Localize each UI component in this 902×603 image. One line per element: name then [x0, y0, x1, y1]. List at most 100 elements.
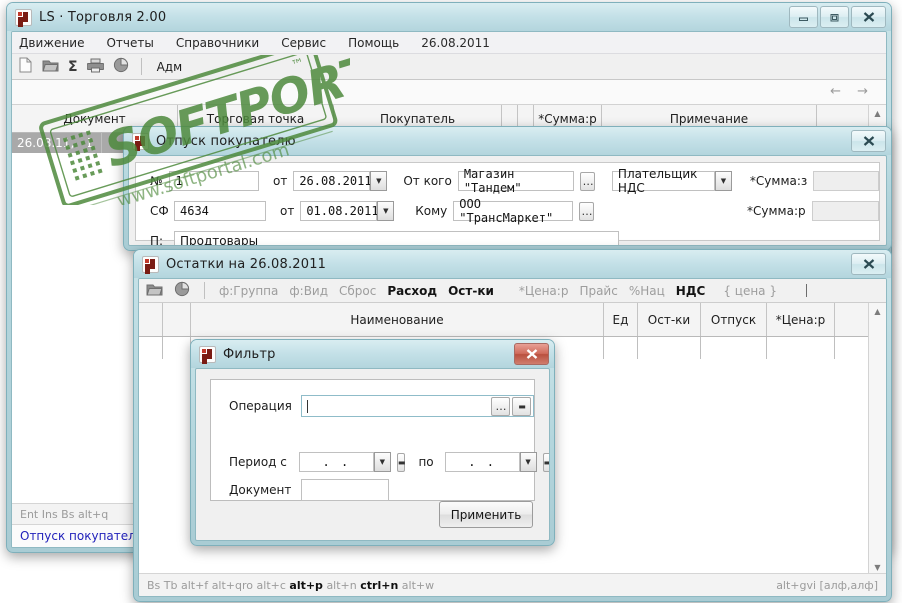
minimize-button[interactable]	[789, 6, 818, 28]
column-header-unit[interactable]: Ед	[604, 303, 638, 336]
note-input[interactable]: Продтовары	[174, 231, 619, 245]
key-altw: alt+w	[401, 578, 435, 592]
open-folder-icon[interactable]	[146, 282, 163, 300]
ostatki-grid-scrollbar[interactable]: ▲ ▼	[868, 303, 886, 575]
column-header-price[interactable]: *Цена:р	[767, 303, 835, 336]
cell-blank2	[163, 337, 191, 359]
column-header-name[interactable]: Наименование	[191, 303, 604, 336]
filter-kind-button[interactable]: ф:Вид	[289, 284, 328, 298]
key-altp: alt+p	[289, 578, 323, 592]
date2-combo[interactable]: 01.08.2011 ▼	[300, 201, 395, 221]
filter-dialog: Фильтр Операция … ▬ Период с . . ▼ ▬ по …	[190, 339, 555, 546]
date1-label: от	[272, 174, 288, 188]
menu-item-dvizhenie[interactable]: Движение	[16, 35, 87, 51]
ostatki-toolbar: ф:Группа ф:Вид Сброс Расход Ост-ки *Цена…	[139, 279, 886, 303]
date1-input[interactable]: 26.08.2011	[293, 171, 372, 191]
chevron-down-icon[interactable]: ▼	[373, 452, 391, 472]
filter-group-button[interactable]: ф:Группа	[219, 284, 278, 298]
period-to-clear-button[interactable]: ▬	[542, 452, 549, 472]
toolbar-separator	[140, 58, 142, 75]
main-window-titlebar[interactable]: LS · Торговля 2.00	[7, 3, 891, 31]
chevron-down-icon[interactable]: ▼	[519, 452, 537, 472]
filter-period-row: Период с . . ▼ ▬ по . . ▼ ▬	[229, 450, 549, 474]
new-document-icon[interactable]	[18, 57, 33, 76]
close-button[interactable]	[851, 6, 886, 28]
date1-combo[interactable]: 26.08.2011 ▼	[293, 171, 388, 191]
column-header-blank1[interactable]	[139, 303, 163, 336]
summa-r-input[interactable]	[811, 201, 879, 221]
vat-combo[interactable]: Плательщик НДС ▼	[611, 167, 732, 195]
filter-dialog-titlebar[interactable]: Фильтр	[191, 340, 554, 368]
filter-operation-row: Операция … ▬	[229, 394, 534, 418]
menu-item-spravochniki[interactable]: Справочники	[173, 35, 262, 51]
pie-chart-icon[interactable]	[113, 57, 129, 76]
maximize-button[interactable]	[820, 6, 849, 28]
filter-fieldset: Операция … ▬ Период с . . ▼ ▬ по . . ▼ ▬…	[210, 379, 549, 502]
sigma-icon[interactable]: Σ	[68, 59, 78, 75]
operation-lookup-button[interactable]: …	[491, 396, 510, 416]
nds-button[interactable]: НДС	[676, 284, 706, 298]
to-lookup-button[interactable]: …	[578, 201, 595, 221]
ostatki-status-right: alt+gvi [алф,алф]	[776, 578, 878, 592]
pie-chart-icon[interactable]	[174, 281, 190, 300]
app-icon	[199, 345, 216, 363]
date2-input[interactable]: 01.08.2011	[300, 201, 379, 221]
close-button[interactable]	[851, 253, 886, 275]
menu-item-servis[interactable]: Сервис	[278, 35, 329, 51]
from-input[interactable]: Магазин "Тандем"	[457, 167, 575, 195]
open-folder-icon[interactable]	[42, 58, 59, 76]
cena-braces-button[interactable]: { цена }	[723, 284, 777, 298]
ostki-button[interactable]: Ост-ки	[448, 284, 494, 298]
document-window-titlebar[interactable]: Отпуск покупателю	[124, 127, 891, 155]
operation-input[interactable]	[302, 396, 491, 416]
period-to-input[interactable]: . .	[444, 452, 520, 472]
scroll-up-icon[interactable]: ▲	[869, 303, 886, 319]
period-from-clear-button[interactable]: ▬	[396, 452, 406, 472]
menu-item-pomosch[interactable]: Помощь	[345, 35, 402, 51]
document-input[interactable]	[301, 479, 389, 501]
doc-row-3: П: Продтовары	[150, 229, 879, 245]
document-form: № 1 от 26.08.2011 ▼ От кого Магазин "Тан…	[135, 162, 880, 245]
cell-ostki	[638, 337, 701, 359]
cena-r-button[interactable]: *Цена:р	[519, 284, 569, 298]
nac-button[interactable]: %Нац	[629, 284, 665, 298]
from-lookup-button[interactable]: …	[580, 171, 595, 191]
to-input[interactable]: ООО "ТрансМаркет"	[453, 197, 573, 225]
close-button[interactable]	[514, 343, 549, 365]
vat-input[interactable]: Плательщик НДС	[611, 167, 715, 195]
scroll-up-icon[interactable]: ▲	[869, 105, 886, 121]
period-from-input[interactable]: . .	[298, 452, 374, 472]
ostatki-window-controls	[851, 253, 886, 275]
sf-input[interactable]: 4634	[174, 201, 266, 221]
ostatki-status-keys: Bs Tb alt+f alt+qro alt+c alt+p alt+n ct…	[147, 579, 434, 592]
main-window-title: LS · Торговля 2.00	[39, 9, 167, 25]
app-icon	[142, 255, 159, 273]
chevron-down-icon[interactable]: ▼	[714, 171, 732, 191]
nav-forward-icon[interactable]: →	[857, 84, 868, 99]
menu-item-otchety[interactable]: Отчеты	[103, 35, 156, 51]
ostatki-window-titlebar[interactable]: Остатки на 26.08.2011	[134, 250, 891, 278]
column-header-otpusk[interactable]: Отпуск	[701, 303, 767, 336]
from-label: От кого	[403, 174, 452, 188]
column-header-blank2[interactable]	[163, 303, 191, 336]
num-input[interactable]: 1	[169, 171, 259, 191]
nav-back-icon[interactable]: ←	[830, 84, 841, 99]
period-to-combo[interactable]: . . ▼	[444, 452, 537, 472]
reset-button[interactable]: Сброс	[339, 284, 376, 298]
chevron-down-icon[interactable]: ▼	[370, 171, 388, 191]
rashod-button[interactable]: Расход	[387, 284, 437, 298]
summa-r-label: *Сумма:р	[747, 204, 806, 218]
doc-row-2: СФ 4634 от 01.08.2011 ▼ Кому ООО "ТрансМ…	[150, 197, 879, 225]
summa-z-label: *Сумма:з	[749, 174, 808, 188]
price-button[interactable]: Прайс	[579, 284, 617, 298]
toolbar-separator	[204, 282, 205, 299]
operation-clear-button[interactable]: ▬	[512, 396, 531, 416]
chevron-down-icon[interactable]: ▼	[377, 201, 395, 221]
toolbar-user-label: Адм	[156, 59, 183, 74]
filter-document-row: Документ	[229, 478, 534, 502]
apply-button[interactable]: Применить	[439, 501, 533, 528]
close-button[interactable]	[851, 130, 886, 152]
column-header-ostki[interactable]: Ост-ки	[638, 303, 701, 336]
print-icon[interactable]	[86, 58, 105, 76]
period-from-combo[interactable]: . . ▼	[298, 452, 391, 472]
